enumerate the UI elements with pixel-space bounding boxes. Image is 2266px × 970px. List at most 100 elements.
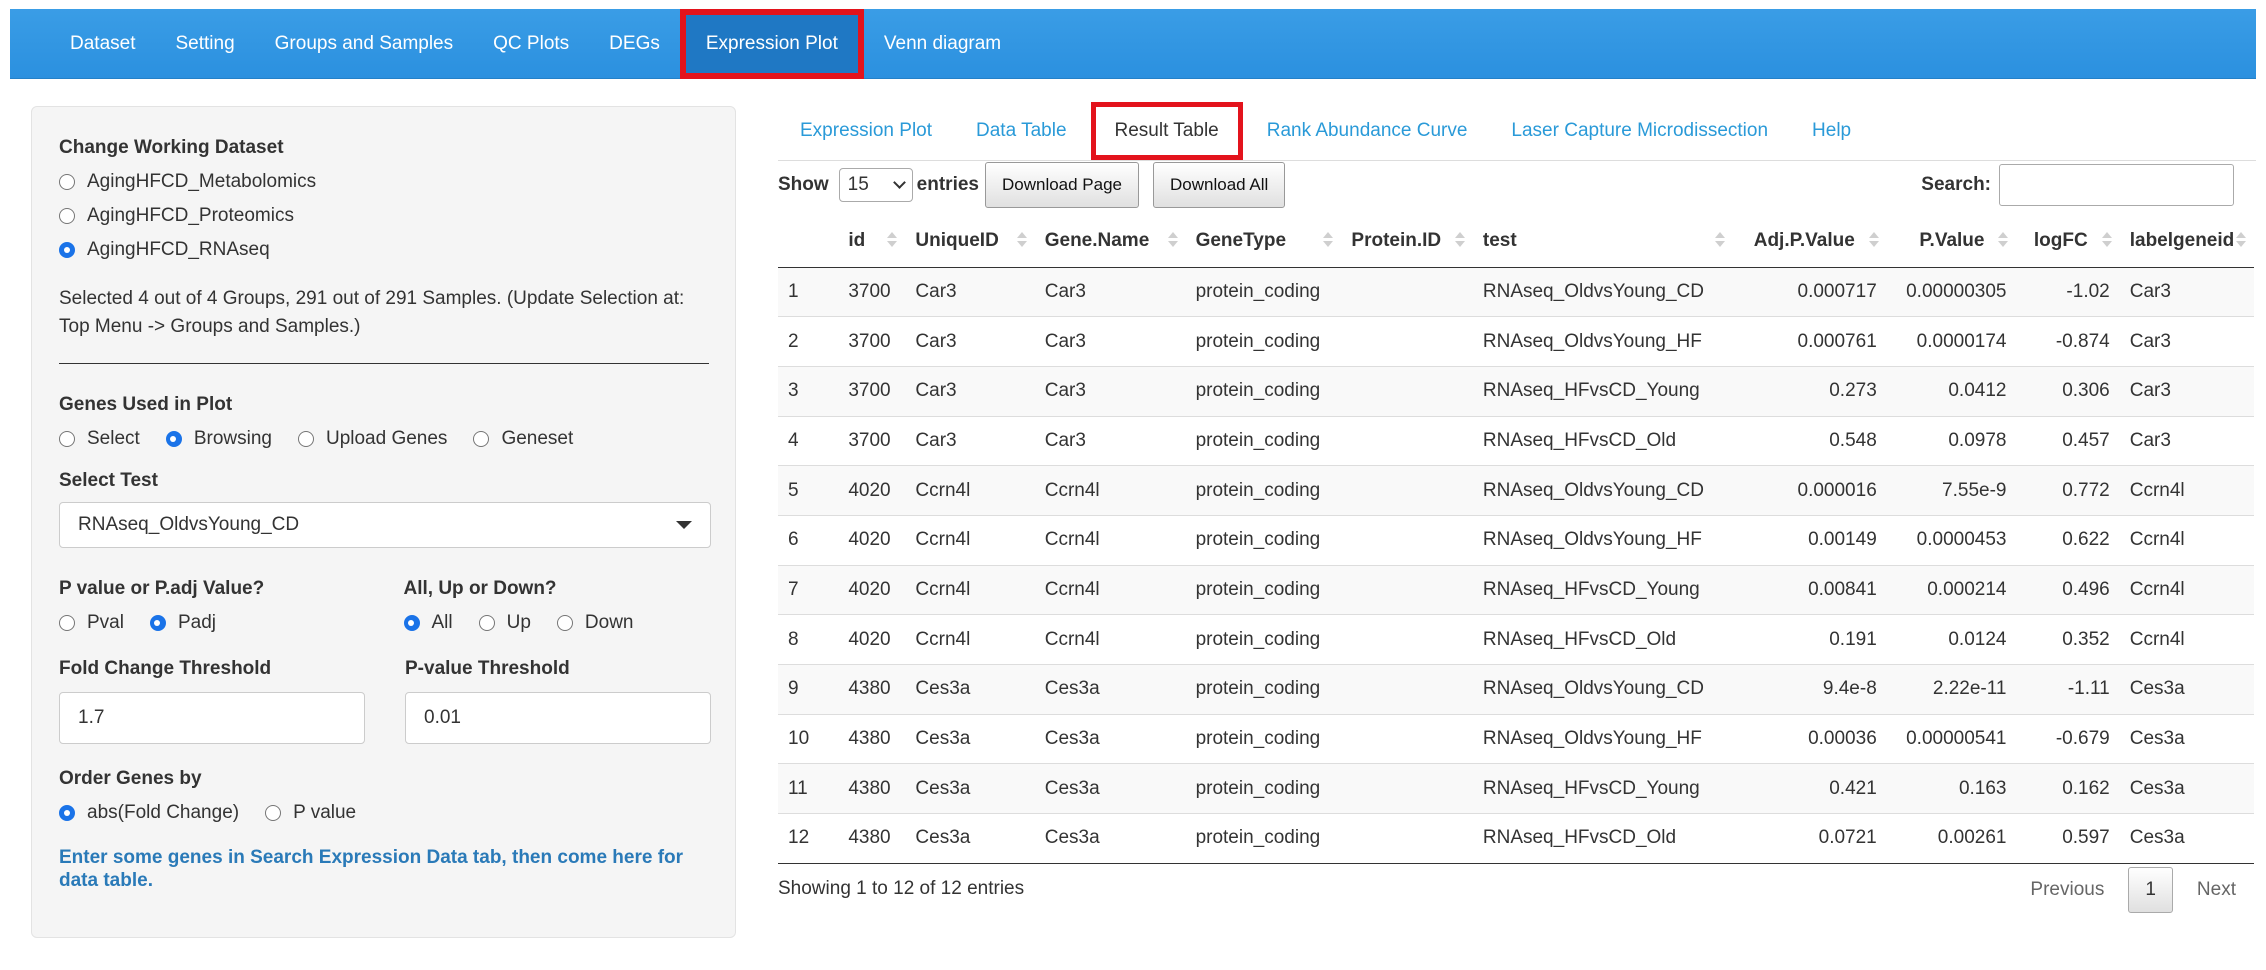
genes-option-select[interactable]: Select (59, 428, 140, 450)
radio-checked-icon[interactable] (59, 805, 75, 821)
table-cell (1341, 664, 1473, 715)
page-length-select[interactable]: 15 (838, 168, 913, 202)
radio-icon[interactable] (473, 431, 490, 447)
pval-option-pval[interactable]: Pval (59, 612, 124, 634)
table-cell: 9 (778, 664, 839, 715)
dataset-option-metabolomics[interactable]: AgingHFCD_Metabolomics (59, 171, 708, 193)
tab-expression-plot[interactable]: Expression Plot (778, 102, 954, 160)
direction-option-all[interactable]: All (403, 612, 453, 634)
direction-option-up[interactable]: Up (478, 612, 531, 634)
table-cell: 9.4e-8 (1732, 664, 1887, 715)
order-option-pvalue[interactable]: P value (265, 802, 356, 824)
table-cell: RNAseq_HFvsCD_Young (1472, 564, 1733, 615)
column-header-adj-p-value[interactable]: Adj.P.Value (1732, 215, 1887, 268)
radio-icon[interactable] (478, 615, 495, 631)
nav-setting[interactable]: Setting (155, 9, 254, 79)
select-test-dropdown[interactable]: RNAseq_OldvsYoung_CD (59, 502, 711, 548)
table-row[interactable]: 10 4380 Ces3a Ces3a protein_coding RNAseq_Old… (778, 713, 2254, 764)
table-cell: 0.0124 (1886, 614, 2017, 665)
search-input[interactable] (1999, 164, 2234, 206)
p-threshold-input[interactable]: 0.01 (405, 692, 711, 744)
direction-option-down[interactable]: Down (556, 612, 634, 634)
table-cell: protein_coding (1185, 365, 1342, 417)
tab-help[interactable]: Help (1790, 102, 1873, 160)
table-cell: 10 (778, 713, 839, 764)
genes-option-upload[interactable]: Upload Genes (297, 428, 447, 450)
dataset-option-proteomics[interactable]: AgingHFCD_Proteomics (59, 205, 708, 227)
fc-threshold-label: Fold Change Threshold (59, 658, 272, 679)
table-cell: Ccrn4l (905, 465, 1035, 516)
nav-degs[interactable]: DEGs (589, 9, 680, 79)
pval-label: P value or P.adj Value? (59, 578, 265, 599)
table-row[interactable]: 9 4380 Ces3a Ces3a protein_coding RNAseq_Oldv… (778, 664, 2254, 715)
pval-option-padj[interactable]: Padj (149, 612, 216, 634)
download-page-button[interactable]: Download Page (984, 162, 1140, 208)
table-row[interactable]: 4 3700 Car3 Car3 protein_coding RNAseq_HFvsCD… (778, 415, 2254, 466)
radio-icon[interactable] (59, 208, 75, 224)
table-cell: 4020 (838, 514, 906, 566)
column-header-uniqueid[interactable]: UniqueID (905, 215, 1035, 268)
nav-qc-plots[interactable]: QC Plots (473, 9, 589, 79)
table-cell: Ccrn4l (2119, 564, 2254, 615)
table-row[interactable]: 5 4020 Ccrn4l Ccrn4l protein_coding RNAseq_Ol… (778, 465, 2254, 516)
radio-icon[interactable] (556, 615, 573, 631)
nav-dataset[interactable]: Dataset (50, 9, 155, 79)
dataset-option-rnaseq[interactable]: AgingHFCD_RNAseq (59, 239, 708, 261)
download-all-button[interactable]: Download All (1153, 162, 1286, 208)
radio-checked-icon[interactable] (149, 615, 166, 631)
page-1-button[interactable]: 1 (2128, 867, 2173, 913)
column-header-logfc[interactable]: logFC (2016, 215, 2120, 268)
nav-groups-and-samples[interactable]: Groups and Samples (255, 9, 474, 79)
previous-button[interactable]: Previous (2012, 867, 2122, 913)
table-cell: 0.306 (2016, 365, 2120, 417)
table-cell: 4380 (838, 713, 906, 764)
tab-laser-capture[interactable]: Laser Capture Microdissection (1489, 102, 1790, 160)
column-header-genetype[interactable]: GeneType (1185, 215, 1342, 268)
radio-icon[interactable] (59, 431, 75, 447)
radio-icon[interactable] (59, 174, 75, 190)
radio-icon[interactable] (59, 615, 75, 631)
table-cell: 0.191 (1732, 614, 1887, 665)
table-cell (1341, 415, 1473, 466)
main-tabs: Expression Plot Data Table Result Table … (778, 102, 1873, 160)
column-header-labelgeneid[interactable]: labelgeneid (2119, 215, 2254, 268)
tab-rank-abundance-curve[interactable]: Rank Abundance Curve (1245, 102, 1490, 160)
table-row[interactable]: 3 3700 Car3 Car3 protein_coding RNAseq_HFvsCD… (778, 365, 2254, 417)
tab-data-table[interactable]: Data Table (954, 102, 1089, 160)
fc-threshold-input[interactable]: 1.7 (59, 692, 365, 744)
table-row[interactable]: 11 4380 Ces3a Ces3a protein_coding RNAseq_HFv… (778, 763, 2254, 814)
nav-expression-plot[interactable]: Expression Plot (679, 8, 864, 79)
table-cell: 8 (778, 614, 839, 665)
radio-checked-icon[interactable] (403, 615, 420, 631)
radio-checked-icon[interactable] (165, 431, 182, 447)
column-header-gene-name[interactable]: Gene.Name (1034, 215, 1186, 268)
genes-option-browsing[interactable]: Browsing (165, 428, 272, 450)
sort-arrows-icon (1323, 232, 1334, 247)
column-header-test[interactable]: test (1472, 215, 1733, 268)
radio-icon[interactable] (265, 805, 282, 821)
table-row[interactable]: 12 4380 Ces3a Ces3a protein_coding RNAseq_HFv… (778, 813, 2254, 864)
table-row[interactable]: 7 4020 Ccrn4l Ccrn4l protein_coding RNAseq_HF… (778, 564, 2254, 615)
table-row[interactable]: 6 4020 Ccrn4l Ccrn4l protein_coding RNAseq_Ol… (778, 514, 2254, 566)
table-row[interactable]: 2 3700 Car3 Car3 protein_coding RNAseq_OldvsY… (778, 316, 2254, 367)
column-header-protein-id[interactable]: Protein.ID (1341, 215, 1473, 268)
radio-checked-icon[interactable] (59, 242, 75, 258)
dataset-option-label: AgingHFCD_Proteomics (87, 205, 294, 226)
tab-result-table[interactable]: Result Table (1090, 102, 1243, 160)
table-row[interactable]: 8 4020 Ccrn4l Ccrn4l protein_coding RNAseq_HF… (778, 614, 2254, 665)
table-cell: Ccrn4l (2119, 465, 2254, 516)
column-header-id[interactable]: id (838, 215, 906, 268)
table-cell: RNAseq_HFvsCD_Old (1472, 614, 1733, 665)
order-option-fold-change[interactable]: abs(Fold Change) (59, 802, 239, 824)
column-header-index[interactable] (778, 215, 839, 268)
next-button[interactable]: Next (2179, 867, 2254, 913)
table-cell: 0.421 (1732, 763, 1887, 814)
table-row[interactable]: 1 3700 Car3 Car3 protein_coding RNAseq_OldvsY… (778, 266, 2254, 317)
radio-icon[interactable] (297, 431, 314, 447)
column-header-p-value[interactable]: P.Value (1886, 215, 2017, 268)
genes-option-geneset[interactable]: Geneset (473, 428, 573, 450)
table-cell: 0.00000305 (1886, 266, 2017, 317)
table-cell: 0.548 (1732, 415, 1887, 466)
nav-venn-diagram[interactable]: Venn diagram (864, 9, 1021, 79)
sort-arrows-icon (2236, 232, 2246, 247)
